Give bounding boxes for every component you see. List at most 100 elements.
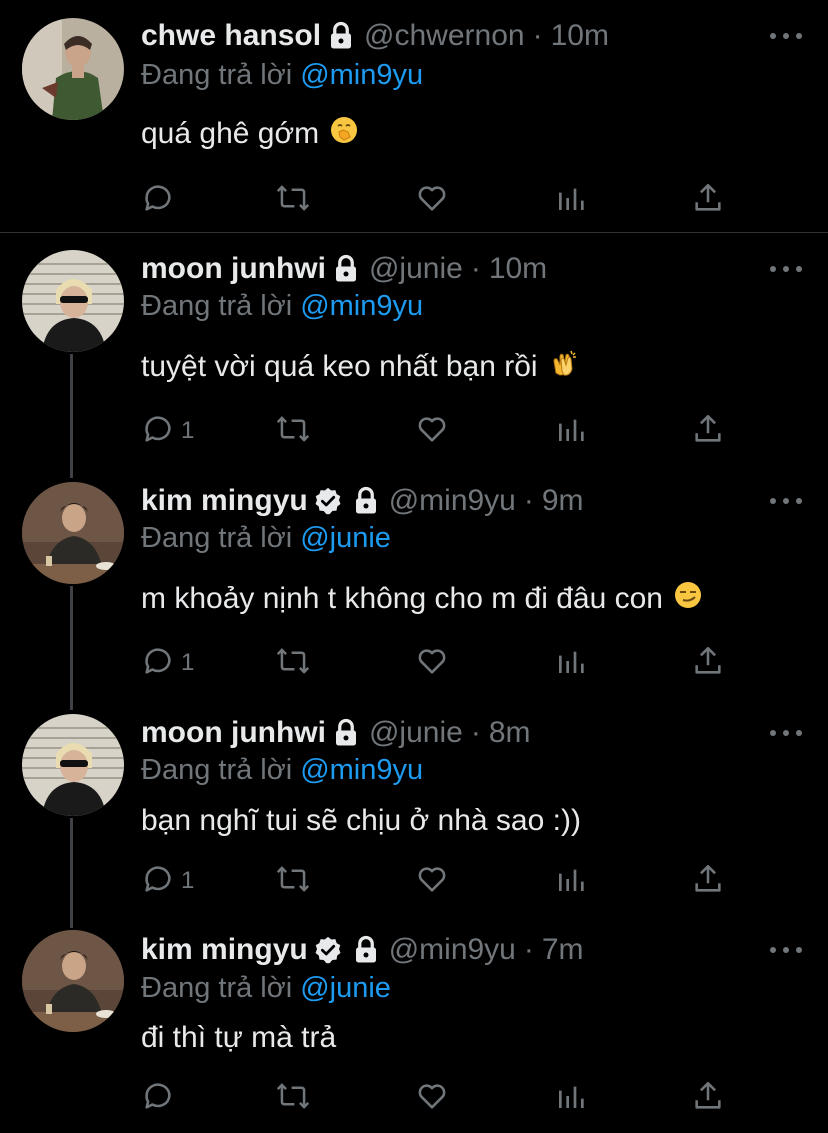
verified-badge-icon [313, 486, 343, 516]
more-options-icon[interactable] [770, 723, 802, 743]
analytics-button[interactable] [555, 1078, 587, 1118]
lock-icon [351, 486, 381, 516]
share-button[interactable] [691, 643, 725, 683]
display-name[interactable]: kim mingyu [141, 484, 308, 518]
tweet[interactable]: kim mingyu @min9yu · 7m Đang trả lời @ju… [0, 916, 828, 1133]
more-options-icon[interactable] [770, 259, 802, 279]
heart-icon [415, 1079, 449, 1118]
tweet[interactable]: moon junhwi @junie · 10m Đang trả lời @m… [0, 233, 828, 465]
retweet-button[interactable] [275, 643, 311, 683]
reply-icon [141, 862, 175, 901]
analytics-icon [555, 644, 587, 683]
reply-icon [141, 1079, 175, 1118]
mention-link[interactable]: @min9yu [300, 290, 423, 323]
retweet-icon [275, 1079, 311, 1118]
retweet-button[interactable] [275, 411, 311, 451]
avatar[interactable] [22, 250, 124, 352]
retweet-button[interactable] [275, 1078, 311, 1118]
user-handle[interactable]: @min9yu [389, 933, 516, 967]
reply-button[interactable]: 1 [141, 411, 194, 451]
user-handle[interactable]: @min9yu [389, 484, 516, 518]
tweet-text: đi thì tự mà trả [141, 1021, 337, 1054]
retweet-button[interactable] [275, 861, 311, 901]
replying-to: Đang trả lời @min9yu [141, 57, 423, 93]
retweet-icon [275, 644, 311, 683]
smirking-face-icon [673, 580, 703, 618]
reply-count: 1 [181, 649, 195, 676]
heart-icon [415, 181, 449, 220]
analytics-button[interactable] [555, 643, 587, 683]
tweet-text: m khoảy nịnh t không cho m đi đâu con [141, 582, 663, 615]
more-options-icon[interactable] [770, 491, 802, 511]
like-button[interactable] [415, 411, 449, 451]
analytics-button[interactable] [555, 180, 587, 220]
share-button[interactable] [691, 180, 725, 220]
lock-icon [331, 718, 361, 748]
share-icon [691, 412, 725, 451]
tweet[interactable]: moon junhwi @junie · 8m Đang trả lời @mi… [0, 697, 828, 917]
analytics-icon [555, 862, 587, 901]
timestamp[interactable]: 9m [542, 484, 584, 518]
mention-link[interactable]: @min9yu [300, 59, 423, 92]
display-name[interactable]: moon junhwi [141, 716, 326, 750]
retweet-button[interactable] [275, 180, 311, 220]
mention-link[interactable]: @junie [300, 972, 391, 1005]
replying-to: Đang trả lời @junie [141, 970, 391, 1006]
lock-icon [331, 254, 361, 284]
reply-icon [141, 181, 175, 220]
like-button[interactable] [415, 180, 449, 220]
reply-icon [141, 644, 175, 683]
avatar[interactable] [22, 714, 124, 816]
reply-icon [141, 412, 175, 451]
tweet-actions: 1 [141, 861, 741, 901]
replying-to-label: Đang trả lời [141, 971, 293, 1004]
tweet-text-row: tuyệt vời quá keo nhất bạn rồi [141, 347, 580, 387]
like-button[interactable] [415, 1078, 449, 1118]
display-name[interactable]: moon junhwi [141, 252, 326, 286]
share-button[interactable] [691, 1078, 725, 1118]
separator-dot: · [523, 484, 534, 517]
tweet[interactable]: kim mingyu @min9yu · 9m Đang trả lời @ju… [0, 465, 828, 697]
tweet-text: quá ghê gớm [141, 117, 320, 150]
reply-button[interactable]: 1 [141, 861, 194, 901]
display-name[interactable]: chwe hansol [141, 19, 321, 53]
tweet-actions: 1 [141, 643, 741, 683]
user-handle[interactable]: @junie [369, 716, 463, 750]
like-button[interactable] [415, 861, 449, 901]
share-icon [691, 1079, 725, 1118]
retweet-icon [275, 181, 311, 220]
reply-button[interactable] [141, 1078, 175, 1118]
analytics-button[interactable] [555, 411, 587, 451]
share-button[interactable] [691, 861, 725, 901]
timestamp[interactable]: 7m [542, 933, 584, 967]
separator-dot: · [470, 252, 481, 285]
timestamp[interactable]: 10m [489, 252, 547, 286]
mention-link[interactable]: @junie [300, 522, 391, 555]
user-handle[interactable]: @junie [369, 252, 463, 286]
reply-button[interactable] [141, 180, 175, 220]
timestamp[interactable]: 10m [551, 19, 609, 53]
like-button[interactable] [415, 643, 449, 683]
analytics-icon [555, 181, 587, 220]
lock-icon [326, 21, 356, 51]
avatar[interactable] [22, 18, 124, 120]
tweet[interactable]: chwe hansol @chwernon · 10m Đang trả lời… [0, 0, 828, 232]
replying-to: Đang trả lời @junie [141, 520, 391, 556]
analytics-icon [555, 412, 587, 451]
more-options-icon[interactable] [770, 940, 802, 960]
timestamp[interactable]: 8m [489, 716, 531, 750]
display-name[interactable]: kim mingyu [141, 933, 308, 967]
more-options-icon[interactable] [770, 26, 802, 46]
avatar[interactable] [22, 930, 124, 1032]
analytics-button[interactable] [555, 861, 587, 901]
avatar[interactable] [22, 482, 124, 584]
share-button[interactable] [691, 411, 725, 451]
mention-link[interactable]: @min9yu [300, 754, 423, 787]
tweet-text: bạn nghĩ tui sẽ chịu ở nhà sao :)) [141, 804, 581, 837]
tweet-text: tuyệt vời quá keo nhất bạn rồi [141, 350, 538, 383]
reply-button[interactable]: 1 [141, 643, 194, 683]
replying-to-label: Đang trả lời [141, 58, 293, 91]
user-handle[interactable]: @chwernon [364, 19, 525, 53]
share-icon [691, 181, 725, 220]
separator-dot: · [523, 933, 534, 966]
